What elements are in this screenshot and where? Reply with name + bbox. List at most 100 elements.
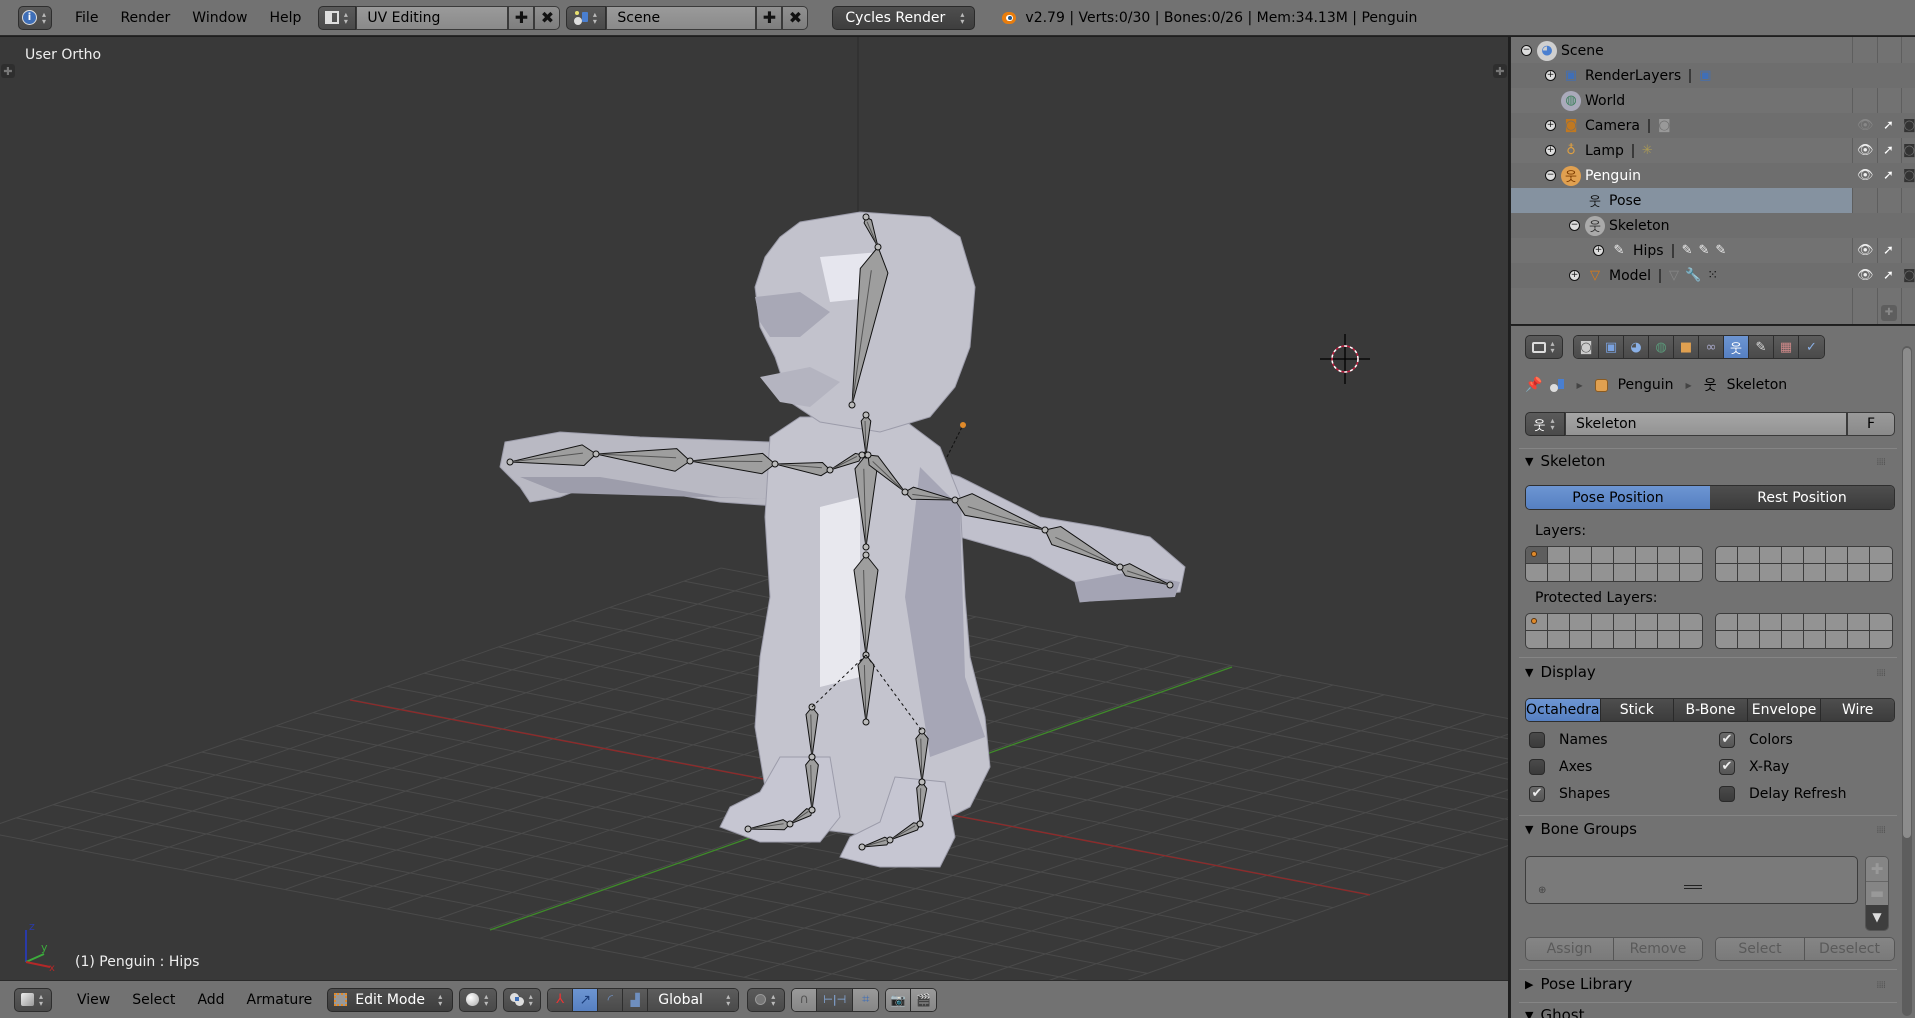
option-names[interactable]: Names xyxy=(1529,732,1608,748)
layer-button[interactable] xyxy=(1870,631,1892,648)
outliner-item-scene[interactable]: − ◕ Scene xyxy=(1511,38,1915,63)
layer-button[interactable] xyxy=(1738,614,1760,631)
penguin-mesh[interactable] xyxy=(499,211,1186,868)
select-bone-group-button[interactable]: Select xyxy=(1715,937,1805,961)
eye-open-icon[interactable]: 👁 xyxy=(1857,243,1874,258)
layer-button[interactable] xyxy=(1570,564,1592,581)
layer-button[interactable] xyxy=(1826,547,1848,564)
layer-button[interactable] xyxy=(1614,547,1636,564)
manipulator-toggle-button[interactable]: ⅄ xyxy=(548,988,574,1011)
bone-head-joint[interactable] xyxy=(592,450,600,458)
menu-add[interactable]: Add xyxy=(186,992,235,1008)
bone-head-joint[interactable] xyxy=(862,551,870,559)
outliner-item-model[interactable]: + ▽ Model ▽ 🔧 ⁙ 👁 ➚ ◙ xyxy=(1511,263,1915,288)
checkbox-unchecked[interactable] xyxy=(1529,732,1545,748)
layer-button[interactable] xyxy=(1738,564,1760,581)
ghost-panel-header[interactable]: ▼ Ghost xyxy=(1525,1006,1584,1018)
expand-icon[interactable]: + xyxy=(1545,145,1556,156)
layer-button[interactable] xyxy=(1760,564,1782,581)
mesh-data-icon[interactable]: ▽ xyxy=(1669,268,1679,283)
layer-button[interactable] xyxy=(1680,614,1702,631)
pose-library-panel-header[interactable]: ▶ Pose Library xyxy=(1525,975,1632,993)
expand-icon[interactable]: + xyxy=(1545,70,1556,81)
bone-icon[interactable]: ✎ xyxy=(1682,243,1693,258)
eye-open-icon[interactable]: 👁 xyxy=(1857,268,1874,283)
bone-head-joint[interactable] xyxy=(901,488,909,496)
bone-head-joint[interactable] xyxy=(864,451,872,459)
layer-button[interactable] xyxy=(1782,564,1804,581)
snap-toggle-button[interactable]: ∩ xyxy=(792,988,818,1011)
bone-head-joint[interactable] xyxy=(771,460,779,468)
lamp-data-icon[interactable]: ✳ xyxy=(1642,143,1653,158)
layer-button[interactable] xyxy=(1804,547,1826,564)
outliner-item-name[interactable]: Model xyxy=(1609,268,1651,284)
outliner-item-name[interactable]: World xyxy=(1585,93,1625,109)
editor-type-properties-button[interactable]: ▴ ▾ xyxy=(1525,335,1563,359)
editor-type-info-button[interactable]: i ▴ ▾ xyxy=(18,5,52,30)
layer-button[interactable] xyxy=(1826,614,1848,631)
layer-button[interactable] xyxy=(1804,631,1826,648)
layer-button[interactable] xyxy=(1548,614,1570,631)
tab-material[interactable]: ▦ xyxy=(1774,336,1799,358)
render-camera-icon[interactable]: ◙ xyxy=(1903,143,1915,158)
properties-region-toggle[interactable]: ✚ xyxy=(1493,64,1507,78)
vertex-groups-icon[interactable]: ⁙ xyxy=(1707,268,1718,283)
outliner-item-renderlayers[interactable]: + ▣ RenderLayers ▣ xyxy=(1511,63,1915,88)
3d-viewport[interactable]: z y x User Ortho (1) Penguin : Hips ✚ ✚ xyxy=(0,37,1508,980)
menu-armature[interactable]: Armature xyxy=(236,992,324,1008)
outliner-item-camera[interactable]: + ◙ Camera ◙ 👁 ➚ ◙ xyxy=(1511,113,1915,138)
layer-button[interactable] xyxy=(1870,564,1892,581)
draw-type-octahedra[interactable]: Octahedra xyxy=(1526,699,1600,721)
protected-layers-grid-left[interactable] xyxy=(1525,613,1703,649)
outliner-item-name[interactable]: Scene xyxy=(1561,43,1604,59)
layer-button[interactable] xyxy=(1848,631,1870,648)
list-filter-icon[interactable]: ⊕ xyxy=(1538,885,1546,896)
select-arrow-icon[interactable]: ➚ xyxy=(1883,143,1894,158)
bone-head-joint[interactable] xyxy=(862,411,870,419)
bone-head-joint[interactable] xyxy=(858,451,866,459)
layer-button[interactable] xyxy=(1870,614,1892,631)
layer-button[interactable] xyxy=(1716,631,1738,648)
bone-head-joint[interactable] xyxy=(1041,526,1049,534)
bone-head-joint[interactable] xyxy=(874,243,882,251)
tab-world[interactable]: ◍ xyxy=(1649,336,1674,358)
bone-group-specials-button[interactable]: ▼ xyxy=(1866,905,1888,930)
armature-browse-button[interactable]: 웃 ▴ ▾ xyxy=(1525,412,1565,436)
expand-icon[interactable]: + xyxy=(1545,120,1556,131)
layer-button[interactable] xyxy=(1716,564,1738,581)
menu-render[interactable]: Render xyxy=(109,10,181,26)
layer-button[interactable] xyxy=(1782,547,1804,564)
assign-bone-group-button[interactable]: Assign xyxy=(1525,937,1614,961)
viewport-canvas[interactable]: z y x xyxy=(0,37,1508,980)
outliner-item-name[interactable]: Camera xyxy=(1585,118,1640,134)
outliner-item-lamp[interactable]: + ♁ Lamp ✳ 👁 ➚ ◙ xyxy=(1511,138,1915,163)
eye-open-icon[interactable]: 👁 xyxy=(1857,143,1874,158)
scene-browse-button[interactable]: ▴ ▾ xyxy=(566,5,607,30)
bone-head-joint[interactable] xyxy=(916,820,924,828)
layer-button[interactable] xyxy=(1760,547,1782,564)
draw-type-b-bone[interactable]: B-Bone xyxy=(1673,699,1747,721)
menu-help[interactable]: Help xyxy=(258,10,312,26)
bone-head-joint[interactable] xyxy=(862,213,870,221)
properties-scrollbar[interactable] xyxy=(1902,346,1912,1016)
select-arrow-icon[interactable]: ➚ xyxy=(1883,168,1894,183)
layer-button[interactable] xyxy=(1592,564,1614,581)
layer-button[interactable] xyxy=(1782,614,1804,631)
expand-icon[interactable]: + xyxy=(1593,245,1604,256)
layer-button[interactable] xyxy=(1782,631,1804,648)
checkbox-unchecked[interactable] xyxy=(1719,786,1735,802)
bone-tail-joint[interactable] xyxy=(744,825,752,833)
layer-button[interactable] xyxy=(1548,631,1570,648)
eye-open-icon[interactable]: 👁 xyxy=(1857,168,1874,183)
layer-button[interactable] xyxy=(1848,564,1870,581)
bone-head-joint[interactable] xyxy=(918,778,926,786)
bone-groups-list[interactable]: ⊕ xyxy=(1525,856,1858,904)
bone-tail-joint[interactable] xyxy=(862,543,870,551)
screen-layout-name-field[interactable]: UV Editing xyxy=(356,5,509,30)
modifier-wrench-icon[interactable]: 🔧 xyxy=(1685,268,1701,283)
option-axes[interactable]: Axes xyxy=(1529,759,1592,775)
armature-layers-grid-right[interactable] xyxy=(1715,546,1893,582)
render-camera-icon[interactable]: ◙ xyxy=(1903,268,1915,283)
viewport-shading-dropdown[interactable]: ▴ ▾ xyxy=(459,987,498,1012)
layer-button[interactable] xyxy=(1548,547,1570,564)
